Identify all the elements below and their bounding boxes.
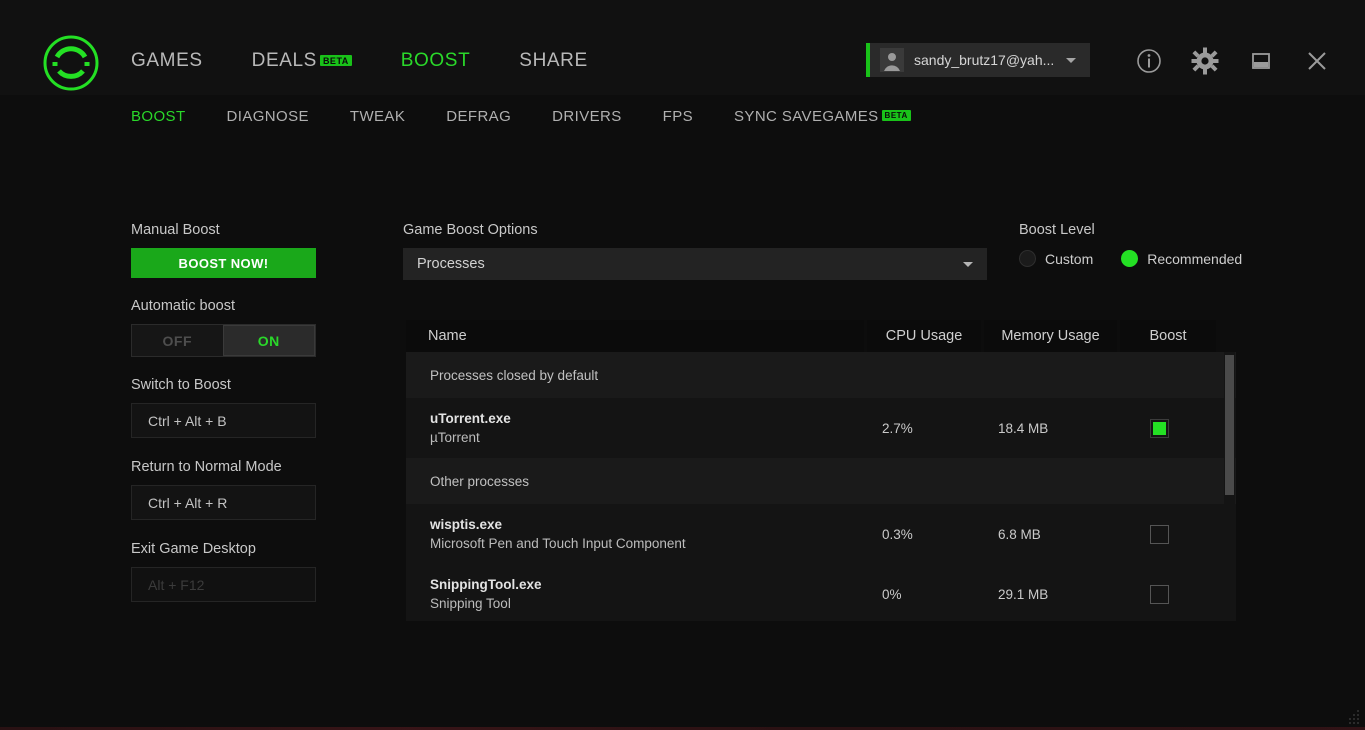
radio-dot-icon bbox=[1019, 250, 1036, 267]
boost-cell bbox=[1111, 418, 1207, 438]
sub-navigation: BOOST DIAGNOSE TWEAK DEFRAG DRIVERS FPS … bbox=[131, 108, 952, 125]
nav-label: GAMES bbox=[131, 50, 203, 71]
nav-item-boost[interactable]: BOOST bbox=[401, 50, 471, 72]
close-button[interactable] bbox=[1302, 46, 1332, 76]
radio-recommended[interactable]: Recommended bbox=[1121, 250, 1242, 267]
process-description: Snipping Tool bbox=[430, 596, 511, 611]
radio-dot-icon bbox=[1121, 250, 1139, 267]
table-row[interactable]: SnippingTool.exe Snipping Tool 0% 29.1 M… bbox=[406, 564, 1236, 621]
account-accent-bar bbox=[866, 43, 870, 77]
boost-checkbox[interactable] bbox=[1149, 418, 1169, 438]
boost-options-selected-value: Processes bbox=[417, 256, 485, 272]
boost-cell bbox=[1111, 584, 1207, 604]
nav-item-share[interactable]: SHARE bbox=[519, 50, 587, 72]
process-name: SnippingTool.exe bbox=[430, 577, 542, 592]
tab-tweak[interactable]: TWEAK bbox=[350, 108, 405, 125]
group-header: Other processes bbox=[406, 458, 1236, 504]
resize-grip[interactable] bbox=[1347, 710, 1361, 724]
switch-to-boost-hotkey-input[interactable]: Ctrl + Alt + B bbox=[131, 403, 316, 438]
table-header-row: Name CPU Usage Memory Usage Boost bbox=[406, 320, 1236, 352]
top-bar: GAMES DEALS BETA BOOST SHARE sandy_brutz1… bbox=[0, 0, 1365, 95]
memory-usage-cell: 29.1 MB bbox=[998, 586, 1049, 602]
left-panel: Manual Boost BOOST NOW! Automatic boost … bbox=[131, 222, 321, 623]
table-scrollbar[interactable] bbox=[1224, 352, 1235, 621]
column-header-boost[interactable]: Boost bbox=[1120, 320, 1216, 352]
toggle-off-option[interactable]: OFF bbox=[132, 325, 223, 356]
chevron-down-icon bbox=[963, 261, 973, 267]
info-button[interactable] bbox=[1134, 46, 1164, 76]
tab-fps[interactable]: FPS bbox=[663, 108, 693, 125]
tab-boost[interactable]: BOOST bbox=[131, 108, 186, 125]
column-header-cpu-usage[interactable]: CPU Usage bbox=[867, 320, 981, 352]
column-header-memory-usage[interactable]: Memory Usage bbox=[984, 320, 1117, 352]
cpu-usage-cell: 0% bbox=[882, 586, 902, 602]
tab-label: DRIVERS bbox=[552, 108, 622, 125]
boost-now-button[interactable]: BOOST NOW! bbox=[131, 248, 316, 278]
table-row[interactable]: uTorrent.exe µTorrent 2.7% 18.4 MB bbox=[406, 398, 1236, 458]
column-header-name[interactable]: Name bbox=[406, 320, 864, 352]
return-to-normal-hotkey-input[interactable]: Ctrl + Alt + R bbox=[131, 485, 316, 520]
exit-game-desktop-hotkey-input[interactable]: Alt + F12 bbox=[131, 567, 316, 602]
process-description: µTorrent bbox=[430, 430, 480, 445]
exit-game-desktop-label: Exit Game Desktop bbox=[131, 541, 256, 557]
nav-label: BOOST bbox=[400, 50, 471, 71]
main-navigation: GAMES DEALS BETA BOOST SHARE bbox=[131, 50, 637, 72]
account-dropdown[interactable]: sandy_brutz17@yah... bbox=[866, 43, 1090, 77]
tab-label: BOOST bbox=[131, 108, 186, 125]
memory-usage-cell: 18.4 MB bbox=[998, 420, 1049, 436]
razer-cortex-logo[interactable] bbox=[41, 33, 101, 93]
right-panel: Boost Level Custom Recommended bbox=[1019, 222, 1279, 267]
toggle-on-option[interactable]: ON bbox=[222, 325, 315, 356]
process-name: uTorrent.exe bbox=[430, 411, 511, 426]
minimize-button[interactable] bbox=[1246, 46, 1276, 76]
tab-sync-savegames[interactable]: SYNC SAVEGAMES BETA bbox=[734, 108, 911, 125]
table-row[interactable]: wisptis.exe Microsoft Pen and Touch Inpu… bbox=[406, 504, 1236, 564]
boost-options-select[interactable]: Processes bbox=[403, 248, 987, 280]
switch-to-boost-label: Switch to Boost bbox=[131, 377, 231, 393]
tab-label: SYNC SAVEGAMES bbox=[734, 108, 879, 125]
group-header: Processes closed by default bbox=[406, 352, 1236, 398]
nav-item-deals[interactable]: DEALS BETA bbox=[252, 50, 352, 72]
table-scrollbar-thumb[interactable] bbox=[1225, 355, 1234, 495]
tab-defrag[interactable]: DEFRAG bbox=[446, 108, 511, 125]
beta-badge: BETA bbox=[319, 55, 352, 66]
boost-level-title: Boost Level bbox=[1019, 222, 1095, 238]
return-to-normal-label: Return to Normal Mode bbox=[131, 459, 282, 475]
cpu-usage-cell: 0.3% bbox=[882, 526, 913, 542]
beta-badge: BETA bbox=[881, 110, 911, 121]
manual-boost-label: Manual Boost bbox=[131, 222, 220, 238]
radio-custom[interactable]: Custom bbox=[1019, 250, 1093, 267]
tab-label: TWEAK bbox=[349, 108, 406, 125]
boost-level-radio-group: Custom Recommended bbox=[1019, 250, 1279, 267]
boost-cell bbox=[1111, 524, 1207, 544]
account-name: sandy_brutz17@yah... bbox=[914, 52, 1055, 68]
radio-label: Recommended bbox=[1147, 250, 1243, 267]
tab-diagnose[interactable]: DIAGNOSE bbox=[227, 108, 309, 125]
tab-label: DIAGNOSE bbox=[226, 108, 309, 125]
settings-button[interactable] bbox=[1190, 46, 1220, 76]
chevron-down-icon bbox=[1066, 57, 1076, 63]
nav-item-games[interactable]: GAMES bbox=[131, 50, 203, 72]
nav-label: SHARE bbox=[519, 50, 588, 71]
process-name: wisptis.exe bbox=[430, 517, 503, 532]
nav-label: DEALS bbox=[251, 50, 317, 71]
process-table: Name CPU Usage Memory Usage Boost Proces… bbox=[406, 320, 1236, 621]
user-avatar-icon bbox=[880, 48, 904, 72]
process-name-cell: wisptis.exe Microsoft Pen and Touch Inpu… bbox=[406, 515, 864, 553]
memory-usage-cell: 6.8 MB bbox=[998, 526, 1041, 542]
process-description: Microsoft Pen and Touch Input Component bbox=[430, 536, 686, 551]
process-name-cell: uTorrent.exe µTorrent bbox=[406, 409, 864, 447]
radio-label: Custom bbox=[1045, 250, 1094, 267]
boost-checkbox[interactable] bbox=[1149, 584, 1169, 604]
boost-checkbox[interactable] bbox=[1149, 524, 1169, 544]
tab-label: DEFRAG bbox=[446, 108, 512, 125]
process-name-cell: SnippingTool.exe Snipping Tool bbox=[406, 575, 864, 613]
table-body: Processes closed by default uTorrent.exe… bbox=[406, 352, 1236, 621]
tab-drivers[interactable]: DRIVERS bbox=[552, 108, 621, 125]
cpu-usage-cell: 2.7% bbox=[882, 420, 913, 436]
automatic-boost-toggle[interactable]: OFF ON bbox=[131, 324, 316, 357]
tab-label: FPS bbox=[662, 108, 694, 125]
automatic-boost-label: Automatic boost bbox=[131, 298, 235, 314]
